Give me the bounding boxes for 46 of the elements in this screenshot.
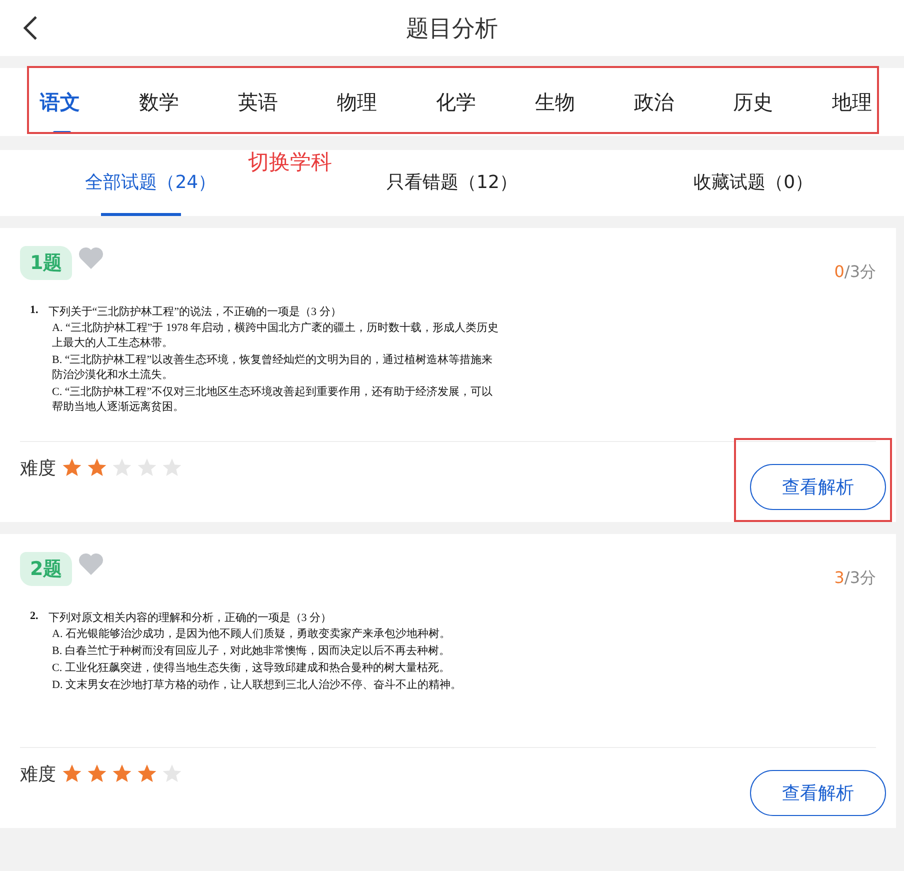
subject-tab[interactable]: 历史	[733, 68, 832, 136]
star-icon	[87, 458, 107, 477]
answer-option: C. 工业化狂飙突进，使得当地生态失衡，这导致邱建成和热合曼种的树大量枯死。	[52, 660, 500, 676]
answer-option: A. “三北防护林工程”于 1978 年启动，横跨中国北方广袤的疆土，历时数十载，形成人类历史上最大的人工生态林带。	[52, 320, 500, 351]
subject-tab[interactable]: 地理	[832, 68, 904, 136]
star-icon	[162, 458, 182, 477]
view-analysis-button[interactable]: 查看解析	[750, 770, 886, 816]
subject-tab[interactable]: 化学	[436, 68, 535, 136]
subject-tab[interactable]: 政治	[634, 68, 733, 136]
filter-tab[interactable]: 只看错题（12）	[386, 150, 518, 216]
answer-option: C. “三北防护林工程”不仅对三北地区生态环境改善起到重要作用，还有助于经济发展，可以帮助当地人逐渐远离贫困。	[52, 384, 500, 415]
question-index: 1.	[30, 304, 38, 318]
score-text: 3/3分	[834, 568, 876, 589]
star-icon	[62, 764, 82, 783]
question-number-badge: 1题	[20, 246, 72, 280]
subject-tab[interactable]: 语文	[40, 68, 139, 136]
answer-option: B. 白春兰忙于种树而没有回应儿子，对此她非常懊悔，因而决定以后不再去种树。	[52, 644, 500, 659]
subject-tab[interactable]: 数学	[139, 68, 238, 136]
star-icon	[112, 458, 132, 477]
annotation-text: 切换学科	[248, 149, 332, 176]
star-icon	[137, 764, 157, 783]
answer-option: A. 石光银能够治沙成功，是因为他不顾人们质疑，勇敢变卖家产来承包沙地种树。	[52, 626, 500, 642]
subject-tab[interactable]: 生物	[535, 68, 634, 136]
heart-icon[interactable]	[78, 552, 104, 576]
difficulty-label: 难度	[20, 763, 56, 786]
answer-option: D. 文末男女在沙地打草方格的动作，让人联想到三北人治沙不停、奋斗不止的精神。	[52, 678, 500, 693]
subject-tab[interactable]: 物理	[337, 68, 436, 136]
answer-option: B. “三北防护林工程”以改善生态环境，恢复曾经灿烂的文明为目的，通过植树造林等措施来防治沙漠化和水土流失。	[52, 352, 500, 383]
view-analysis-button[interactable]: 查看解析	[750, 464, 886, 510]
filter-tab[interactable]: 全部试题（24）	[85, 150, 216, 216]
score-text: 0/3分	[834, 262, 876, 283]
star-icon	[62, 458, 82, 477]
star-icon	[112, 764, 132, 783]
question-stem: 下列对原文相关内容的理解和分析，正确的一项是（3 分）	[48, 610, 332, 625]
subject-tab[interactable]: 英语	[238, 68, 337, 136]
filter-tab[interactable]: 收藏试题（0）	[694, 150, 814, 216]
star-icon	[137, 458, 157, 477]
question-stem: 下列关于“三北防护林工程”的说法，不正确的一项是（3 分）	[48, 304, 342, 319]
page-title: 题目分析	[406, 14, 498, 44]
question-index: 2.	[30, 610, 38, 624]
heart-icon[interactable]	[78, 246, 104, 270]
difficulty-label: 难度	[20, 457, 56, 480]
star-icon	[87, 764, 107, 783]
question-number-badge: 2题	[20, 552, 72, 586]
star-icon	[162, 764, 182, 783]
back-icon[interactable]	[22, 15, 38, 41]
